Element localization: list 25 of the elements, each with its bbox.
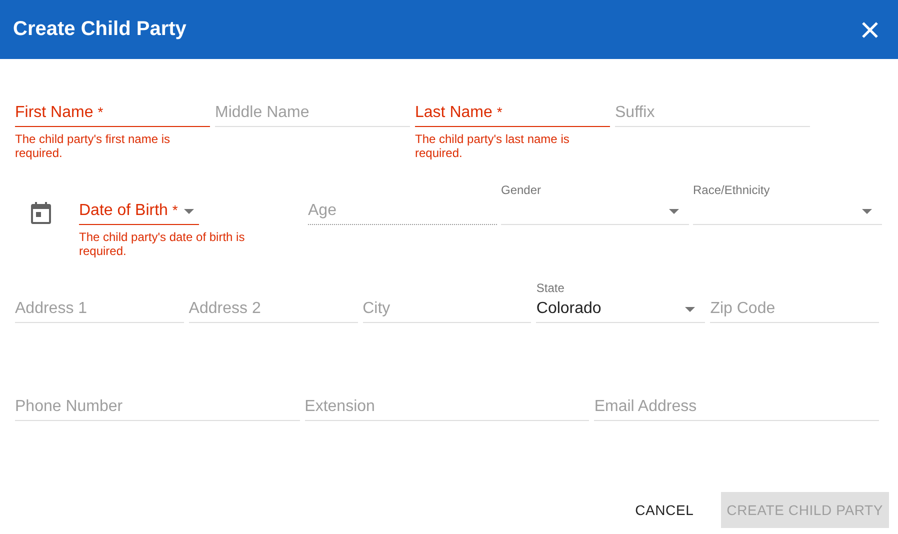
error-message: The child party's last name is required.	[415, 132, 570, 160]
text-field[interactable]: First Name *	[15, 84, 210, 127]
select-field[interactable]: Race/Ethnicity	[693, 182, 882, 225]
select-field[interactable]: State Colorado	[536, 280, 706, 323]
text-field[interactable]: Suffix	[615, 84, 810, 127]
text-field[interactable]: Address 1	[15, 280, 184, 323]
text-field[interactable]: Address 2	[188, 280, 358, 323]
text-field[interactable]: Middle Name	[215, 84, 410, 127]
text-field[interactable]: Zip Code	[710, 280, 879, 323]
select-field[interactable]: Gender	[501, 182, 689, 225]
caret-icon	[669, 208, 679, 214]
caret-icon	[862, 208, 872, 214]
error-message: The child party's date of birth is required.	[79, 230, 246, 258]
error-message: The child party's first name is required.	[15, 132, 172, 160]
text-field[interactable]: Extension	[304, 378, 590, 421]
caret-icon	[685, 306, 696, 312]
caret-icon	[184, 208, 194, 214]
calendar-icon[interactable]	[31, 202, 51, 224]
dialog-title: Create Child Party	[13, 18, 186, 41]
text-field[interactable]: Last Name *	[415, 84, 610, 127]
date-field[interactable]: Date of Birth *	[79, 182, 199, 225]
text-field[interactable]: City	[362, 280, 532, 323]
text-field[interactable]: Email Address	[594, 378, 879, 421]
text-field[interactable]: Phone Number	[15, 378, 300, 421]
cancel-button[interactable]: CANCEL	[621, 492, 708, 528]
